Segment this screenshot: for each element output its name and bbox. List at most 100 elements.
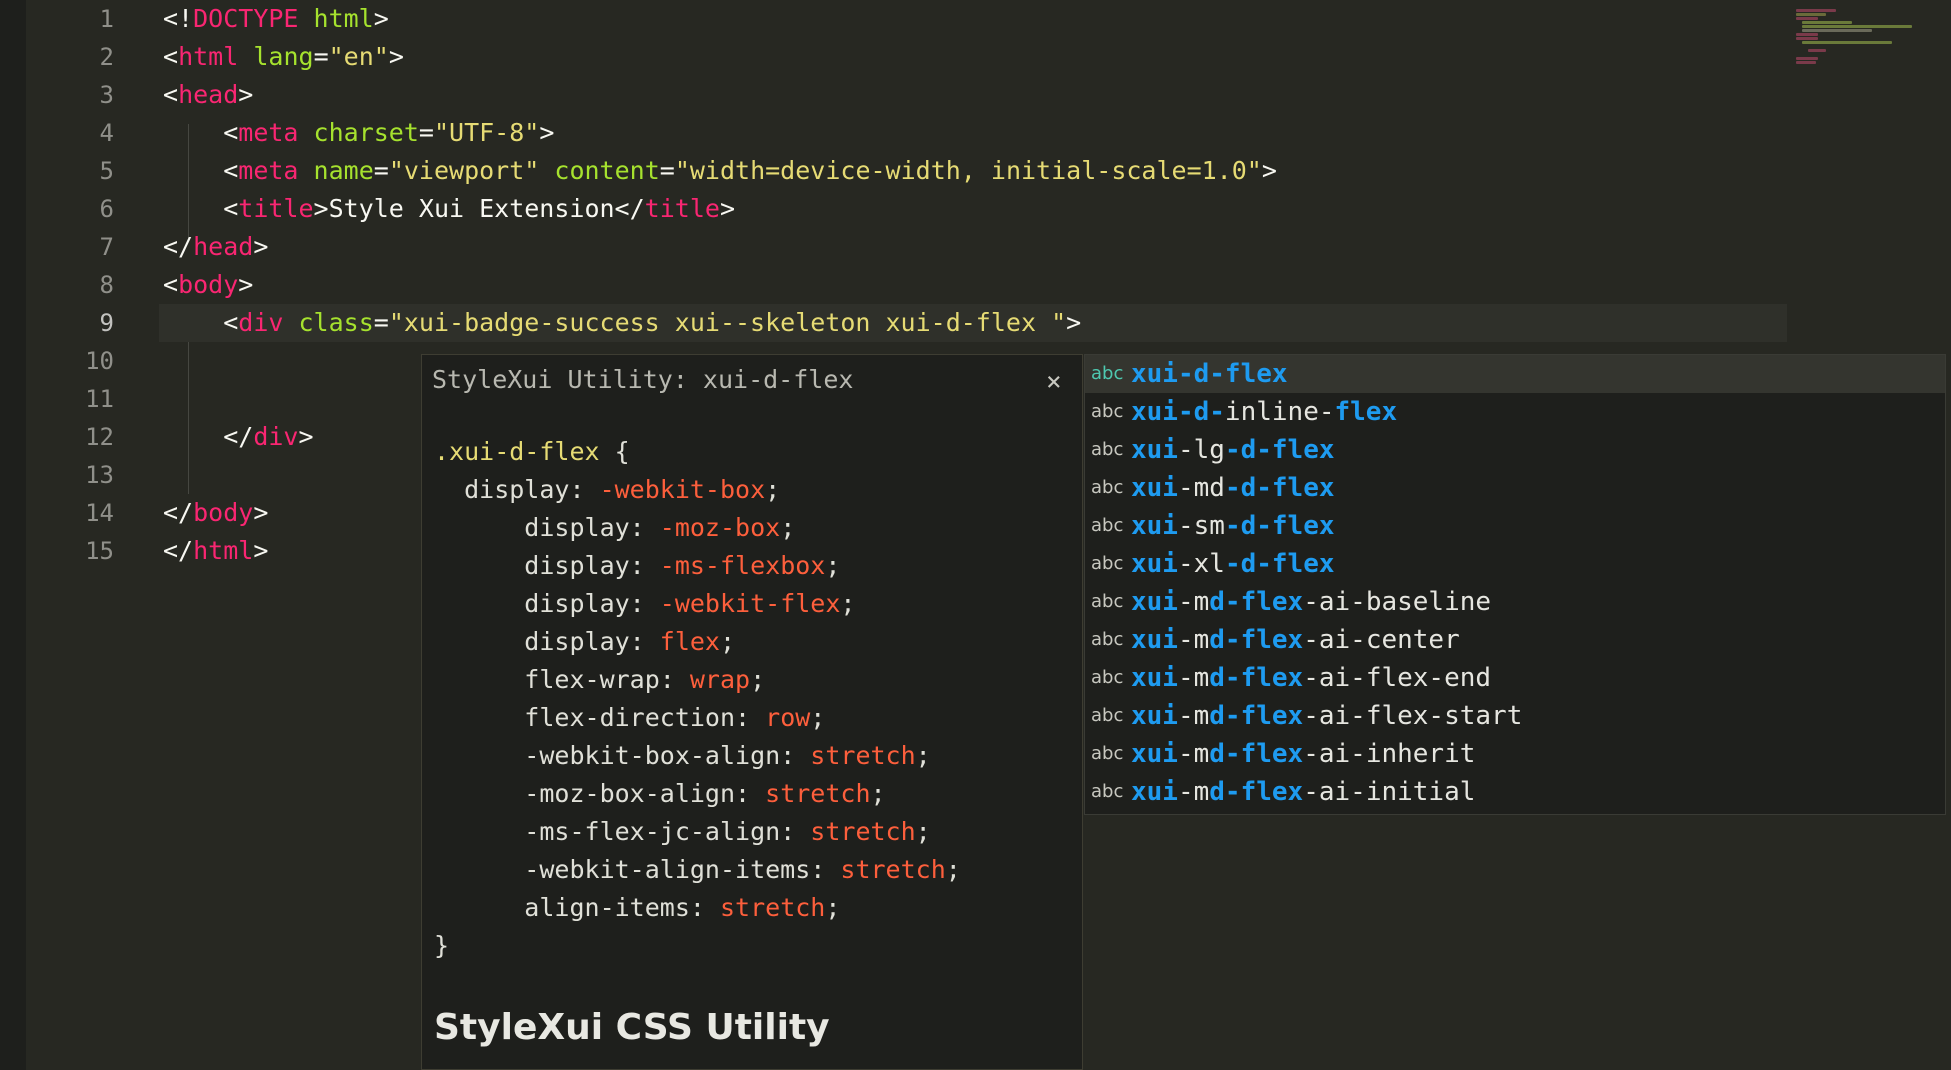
code-line[interactable]: <meta name="viewport" content="width=dev… [163,152,1783,190]
code-line[interactable]: <meta charset="UTF-8"> [163,114,1783,152]
code-line[interactable]: </head> [163,228,1783,266]
code-token: meta [238,118,299,147]
code-token: = [373,308,389,337]
code-token: class [298,308,374,337]
line-number: 12 [85,423,114,451]
css-token: -moz-box [659,513,781,542]
suggestion-item[interactable]: abc xui-lg-d-flex [1085,431,1945,469]
css-line: display: -webkit-box; [434,471,961,509]
css-token: stretch [810,741,916,770]
css-token: wrap [689,665,751,694]
code-token: name [313,156,374,185]
css-token: -webkit-align-items: [434,855,841,884]
code-token: > [298,422,314,451]
match-highlight: -d-flex [1224,435,1335,465]
css-token: align-items: [434,893,720,922]
code-line[interactable]: <body> [163,266,1783,304]
match-highlight: -d-flex [1224,511,1335,541]
code-token: > [539,118,555,147]
code-token: title [644,194,720,223]
suggestion-item[interactable]: abc xui-d-flex [1085,355,1945,393]
css-token: row [765,703,811,732]
text-suggestion-icon: abc [1091,743,1124,764]
code-token: = [418,118,434,147]
text-suggestion-icon: abc [1091,591,1124,612]
suggestion-text: -ai-flex-end [1303,663,1492,693]
line-number: 13 [85,461,114,489]
close-icon[interactable]: × [1046,369,1062,395]
line-number: 14 [85,499,114,527]
code-token: < [163,118,239,147]
line-number: 5 [99,157,114,185]
css-token: ; [870,779,886,808]
suggestion-text: -xl [1177,549,1225,579]
suggestion-item[interactable]: abc xui-md-flex-ai-flex-end [1085,659,1945,697]
code-token: > [253,536,269,565]
code-token: meta [238,156,299,185]
css-line: display: -ms-flexbox; [434,547,961,585]
suggestion-item[interactable]: abc xui-xl-d-flex [1085,545,1945,583]
css-token: ; [825,893,841,922]
code-token: "UTF-8" [433,118,540,147]
code-token: body [178,270,239,299]
suggestion-item[interactable]: abc xui-md-flex-ai-flex-start [1085,697,1945,735]
code-token: html [193,536,254,565]
text-suggestion-icon: abc [1091,553,1124,574]
line-number: 6 [99,195,114,223]
code-token: head [178,80,239,109]
css-token: stretch [810,817,916,846]
suggestion-text: -m [1177,625,1210,655]
line-number: 15 [85,537,114,565]
match-highlight: xui [1131,625,1178,655]
css-line: align-items: stretch; [434,889,961,927]
suggestion-item[interactable]: abc xui-md-flex-ai-center [1085,621,1945,659]
css-token: -ms-flexbox [659,551,826,580]
match-highlight: -d-flex [1224,549,1335,579]
match-highlight: d-flex [1209,663,1304,693]
suggestion-item[interactable]: abc xui-md-flex-ai-initial [1085,773,1945,811]
code-token: > [719,194,735,223]
css-line: -ms-flex-jc-align: stretch; [434,813,961,851]
code-token: = [659,156,675,185]
css-token: { [599,437,630,466]
css-token: flex-wrap: [434,665,690,694]
line-number: 9 [99,309,114,337]
match-highlight: xui [1131,663,1178,693]
match-highlight: xui [1131,473,1178,503]
suggestion-text: -ai-flex-start [1303,701,1523,731]
code-line[interactable]: <title>Style Xui Extension</title> [163,190,1783,228]
line-number: 10 [85,347,114,375]
suggestion-item[interactable]: abc xui-md-flex-ai-baseline [1085,583,1945,621]
suggestion-item[interactable]: abc xui-md-d-flex [1085,469,1945,507]
css-token: -webkit-box [599,475,766,504]
match-highlight: d-flex [1209,739,1304,769]
code-line[interactable]: <html lang="en"> [163,38,1783,76]
css-token: ; [840,589,856,618]
match-highlight: xui [1131,739,1178,769]
css-token: -webkit-box-align: [434,741,811,770]
suggestion-text: -lg [1177,435,1225,465]
code-token: > [238,270,254,299]
suggestion-item[interactable]: abc xui-d-inline-flex [1085,393,1945,431]
css-token: ; [825,551,841,580]
text-suggestion-icon: abc [1091,477,1124,498]
code-token: "xui-badge-success xui--skeleton xui-d-f… [388,308,1067,337]
suggestion-label: xui-d-flex [1131,355,1288,393]
suggestion-item[interactable]: abc xui-md-flex-ai-inherit [1085,735,1945,773]
code-editor[interactable]: 1 2 3 4 5 6 7 8 9 10 11 12 13 14 15 <!DOCTYPE html> <ht… [26,0,1951,1070]
line-number: 1 [99,5,114,33]
suggestion-label: xui-md-d-flex [1131,469,1335,507]
text-suggestion-icon: abc [1091,515,1124,536]
line-number: 4 [99,119,114,147]
suggestion-list[interactable]: abc xui-d-flex abc xui-d-inline-flex abc xui-… [1084,354,1946,815]
code-line[interactable]: <!DOCTYPE html> [163,0,1783,38]
code-token: </ [163,232,194,261]
code-line[interactable]: <div class="xui-badge-success xui--skele… [159,304,1787,342]
code-line[interactable]: <head> [163,76,1783,114]
minimap[interactable] [1796,8,1916,78]
suggestion-item[interactable]: abc xui-sm-d-flex [1085,507,1945,545]
suggestion-text: -m [1177,701,1210,731]
suggestion-text: -m [1177,777,1210,807]
